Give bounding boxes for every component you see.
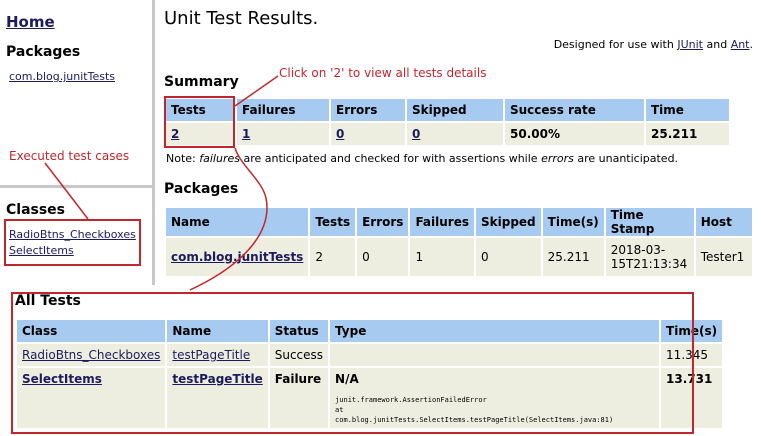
all-tests-row2-type: N/A (335, 372, 359, 386)
packages-header-errors: Errors (357, 208, 409, 236)
all-tests-header-name: Name (167, 320, 268, 342)
executed-test-cases-annotation: Executed test cases (9, 149, 130, 163)
packages-timestamp-line1: 2018-03- (610, 243, 666, 257)
all-tests-row2-type-cell: N/A junit.framework.AssertionFailedError… (330, 368, 660, 428)
packages-header-tests: Tests (310, 208, 356, 236)
all-tests-heading: All Tests (15, 293, 81, 309)
all-tests-row1-type (330, 344, 660, 366)
packages-header-host: Host (695, 208, 752, 236)
all-tests-table: Class Name Status Type Time(s) RadioBtns… (15, 318, 724, 430)
summary-success-rate: 50.00% (505, 123, 644, 145)
packages-name-cell: com.blog.junitTests (166, 238, 309, 276)
summary-errors-link[interactable]: 0 (336, 127, 344, 141)
note-errors: errors (541, 152, 574, 165)
summary-header-skipped: Skipped (407, 99, 503, 121)
all-tests-row2-class-cell: SelectItems (17, 368, 166, 428)
all-tests-row2-name-link[interactable]: testPageTitle (172, 372, 262, 386)
packages-timestamp: 2018-03- 15T21:13:34 (605, 238, 694, 276)
stack-trace-line3: com.blog.junitTests.SelectItems.testPage… (335, 416, 614, 424)
designed-for-text: Designed for use with JUnit and Ant. (554, 38, 753, 51)
all-tests-row2-name-cell: testPageTitle (167, 368, 268, 428)
stack-trace-line1: junit.framework.AssertionFailedError (335, 396, 487, 404)
designed-period: . (749, 38, 754, 51)
sidebar-class-link-radiobtns[interactable]: RadioBtns_Checkboxes (9, 228, 136, 241)
sidebar-classes-heading: Classes (6, 202, 66, 218)
junit-link[interactable]: JUnit (677, 38, 703, 51)
designed-and: and (702, 38, 731, 51)
note-prefix: Note: (166, 152, 200, 165)
all-tests-header-status: Status (269, 320, 329, 342)
packages-timestamp-line2: 15T21:13:34 (610, 257, 688, 271)
sidebar-frame-divider[interactable] (152, 0, 155, 285)
summary-tests-cell: 2 (166, 123, 235, 145)
packages-tests: 2 (310, 238, 356, 276)
all-tests-row2-class-link[interactable]: SelectItems (22, 372, 102, 386)
packages-table: Name Tests Errors Failures Skipped Time(… (164, 206, 754, 278)
packages-header-skipped: Skipped (476, 208, 541, 236)
summary-note: Note: failures are anticipated and check… (166, 152, 678, 165)
note-failures: failures (199, 152, 240, 165)
packages-header-name: Name (166, 208, 309, 236)
packages-header-timestamp: Time Stamp (605, 208, 694, 236)
packages-errors: 0 (357, 238, 409, 276)
summary-table: Tests Failures Errors Skipped Success ra… (164, 97, 731, 147)
all-tests-header-class: Class (17, 320, 166, 342)
all-tests-row1-class-cell: RadioBtns_Checkboxes (17, 344, 166, 366)
summary-time: 25.211 (646, 123, 729, 145)
all-tests-row2-time: 13.731 (661, 368, 723, 428)
packages-time: 25.211 (542, 238, 604, 276)
summary-skipped-link[interactable]: 0 (412, 127, 420, 141)
summary-header-failures: Failures (237, 99, 329, 121)
sidebar-section-divider[interactable] (0, 185, 152, 188)
all-tests-row1-status: Success (269, 344, 329, 366)
sidebar-package-link[interactable]: com.blog.junitTests (9, 70, 115, 83)
summary-failures-cell: 1 (237, 123, 329, 145)
page-title: Unit Test Results. (164, 8, 319, 29)
summary-header-errors: Errors (331, 99, 405, 121)
click-annotation: Click on '2' to view all tests details (279, 66, 487, 80)
packages-name-link[interactable]: com.blog.junitTests (171, 250, 303, 264)
summary-skipped-cell: 0 (407, 123, 503, 145)
summary-header-time: Time (646, 99, 729, 121)
home-link[interactable]: Home (6, 13, 55, 31)
all-tests-row1-time: 11.345 (661, 344, 723, 366)
all-tests-row2-status: Failure (269, 368, 329, 428)
designed-prefix: Designed for use with (553, 38, 678, 51)
packages-skipped: 0 (476, 238, 541, 276)
sidebar-packages-heading: Packages (6, 44, 81, 60)
packages-header-failures: Failures (410, 208, 474, 236)
note-middle: are anticipated and checked for with ass… (239, 152, 542, 165)
summary-header-success-rate: Success rate (505, 99, 644, 121)
packages-heading: Packages (164, 181, 239, 197)
note-suffix: are unanticipated. (573, 152, 679, 165)
all-tests-row1-class-link[interactable]: RadioBtns_Checkboxes (22, 348, 160, 362)
packages-header-time: Time(s) (542, 208, 604, 236)
all-tests-header-time: Time(s) (661, 320, 723, 342)
summary-failures-link[interactable]: 1 (242, 127, 250, 141)
all-tests-row1-name-cell: testPageTitle (167, 344, 268, 366)
summary-heading: Summary (164, 74, 239, 90)
packages-failures: 1 (410, 238, 474, 276)
all-tests-row1-name-link[interactable]: testPageTitle (172, 348, 250, 362)
packages-host: Tester1 (695, 238, 752, 276)
sidebar-class-link-selectitems[interactable]: SelectItems (9, 244, 74, 257)
summary-header-tests: Tests (166, 99, 235, 121)
all-tests-header-type: Type (330, 320, 660, 342)
stack-trace-line2: at (335, 406, 344, 414)
ant-link[interactable]: Ant (731, 38, 750, 51)
summary-errors-cell: 0 (331, 123, 405, 145)
summary-tests-link[interactable]: 2 (171, 127, 179, 141)
